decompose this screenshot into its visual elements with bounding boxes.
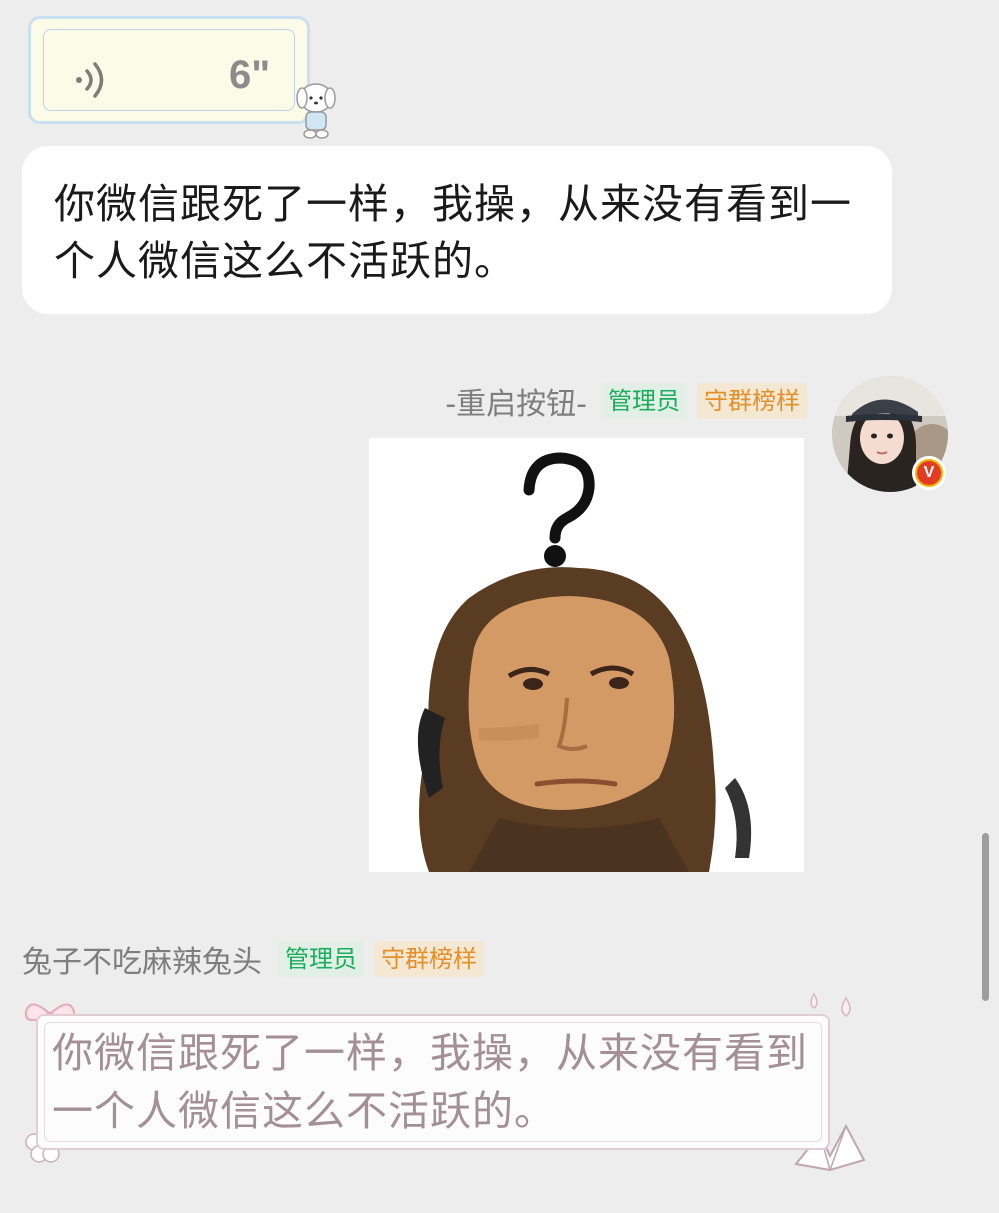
sender-name[interactable]: -重启按钮- — [445, 379, 587, 423]
verified-badge-icon: V — [912, 456, 946, 490]
message-text: 你微信跟死了一样，我操，从来没有看到一个人微信这么不活跃的。 — [54, 180, 852, 285]
scrollbar[interactable] — [982, 833, 989, 1001]
sender-row-left: 兔子不吃麻辣兔头 管理员 守群榜样 — [22, 938, 484, 980]
voice-duration: 6" — [229, 53, 271, 97]
sticker-image[interactable] — [369, 438, 804, 872]
voice-message[interactable]: 6" — [18, 0, 343, 140]
role-tag: 守群榜样 — [374, 941, 484, 977]
sender-name[interactable]: 兔子不吃麻辣兔头 — [22, 937, 262, 981]
role-tag: 守群榜样 — [697, 383, 807, 419]
decorated-message-bubble[interactable]: 你微信跟死了一样，我操，从来没有看到一个人微信这么不活跃的。 — [36, 1014, 830, 1150]
admin-tag: 管理员 — [278, 941, 364, 977]
voice-wave-icon — [76, 62, 104, 98]
message-text: 你微信跟死了一样，我操，从来没有看到一个人微信这么不活跃的。 — [52, 1029, 808, 1135]
pochacco-sticker-icon — [296, 83, 336, 139]
message-bubble[interactable]: 你微信跟死了一样，我操，从来没有看到一个人微信这么不活跃的。 — [22, 146, 892, 314]
question-face-meme-icon — [369, 438, 804, 872]
admin-tag: 管理员 — [601, 383, 687, 419]
sender-row-right: -重启按钮- 管理员 守群榜样 — [445, 380, 807, 422]
voice-bubble-frame: 6" — [28, 16, 310, 124]
